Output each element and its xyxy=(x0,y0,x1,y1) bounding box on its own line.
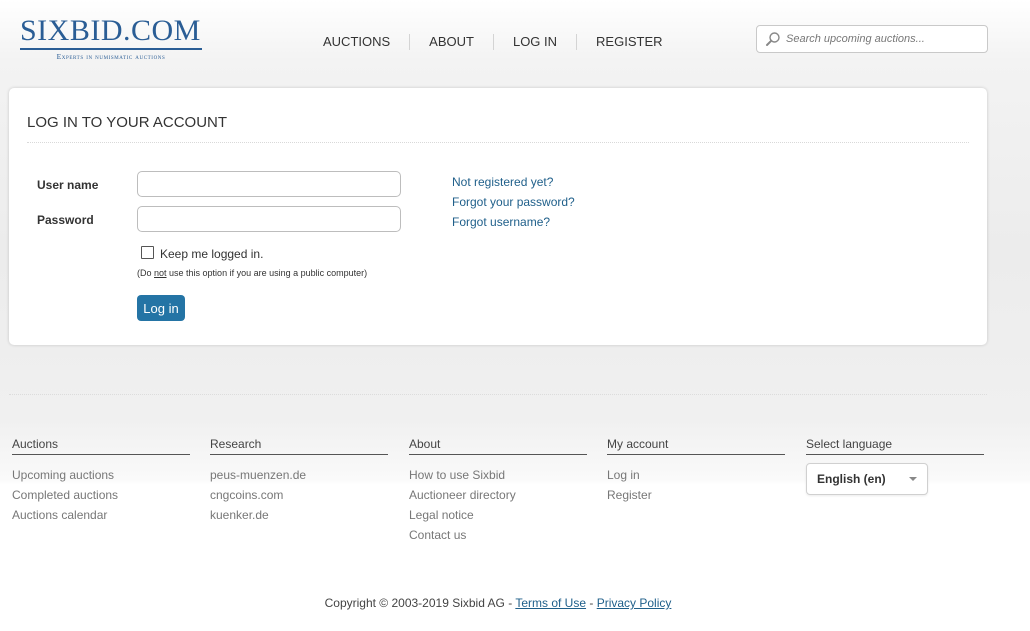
footer-link[interactable]: Completed auctions xyxy=(12,485,190,505)
copyright: Copyright © 2003-2019 Sixbid AG - Terms … xyxy=(0,596,996,610)
site-logo[interactable]: SIXBID.COM Experts in numismatic auction… xyxy=(20,16,210,61)
title-divider xyxy=(27,142,969,143)
username-field[interactable] xyxy=(137,171,401,197)
footer-col-language: Select language English (en) xyxy=(806,437,984,495)
page-title: LOG IN TO YOUR ACCOUNT xyxy=(27,114,228,131)
account-help-links: Not registered yet? Forgot your password… xyxy=(452,172,575,232)
footer-col-about: About How to use Sixbid Auctioneer direc… xyxy=(409,437,587,545)
copyright-text: Copyright © 2003-2019 Sixbid AG - xyxy=(324,596,516,610)
keep-logged-in-checkbox[interactable] xyxy=(141,246,154,259)
language-selected: English (en) xyxy=(817,472,886,486)
password-field[interactable] xyxy=(137,206,401,232)
login-panel: LOG IN TO YOUR ACCOUNT User name Passwor… xyxy=(9,88,987,345)
footer-link[interactable]: Upcoming auctions xyxy=(12,465,190,485)
footer-col-research: Research peus-muenzen.de cngcoins.com ku… xyxy=(210,437,388,525)
footer-link[interactable]: Legal notice xyxy=(409,505,587,525)
username-label: User name xyxy=(37,178,99,192)
nav-login[interactable]: LOG IN xyxy=(492,34,576,50)
search-input[interactable] xyxy=(786,33,981,45)
not-registered-link[interactable]: Not registered yet? xyxy=(452,172,575,192)
footer-heading: Auctions xyxy=(12,437,190,455)
footer-heading: My account xyxy=(607,437,785,455)
footer-col-my-account: My account Log in Register xyxy=(607,437,785,505)
footer-link[interactable]: Auctioneer directory xyxy=(409,485,587,505)
footer-divider xyxy=(9,394,987,395)
footer-heading: Research xyxy=(210,437,388,455)
chevron-down-icon xyxy=(909,477,917,481)
forgot-username-link[interactable]: Forgot username? xyxy=(452,212,575,232)
logo-rule xyxy=(20,48,202,50)
footer-col-auctions: Auctions Upcoming auctions Completed auc… xyxy=(12,437,190,525)
main-nav: AUCTIONS ABOUT LOG IN REGISTER xyxy=(304,34,682,50)
keep-logged-in-label[interactable]: Keep me logged in. xyxy=(160,247,263,261)
footer-link[interactable]: Log in xyxy=(607,465,785,485)
copyright-separator: - xyxy=(586,596,597,610)
footer-link[interactable]: Register xyxy=(607,485,785,505)
footer-link[interactable]: Contact us xyxy=(409,525,587,545)
footer-link[interactable]: peus-muenzen.de xyxy=(210,465,388,485)
nav-about[interactable]: ABOUT xyxy=(409,34,493,50)
logo-tagline: Experts in numismatic auctions xyxy=(56,52,166,61)
privacy-link[interactable]: Privacy Policy xyxy=(597,596,672,610)
logo-text: SIXBID.COM xyxy=(20,14,201,47)
forgot-password-link[interactable]: Forgot your password? xyxy=(452,192,575,212)
nav-auctions[interactable]: AUCTIONS xyxy=(304,34,409,50)
language-select[interactable]: English (en) xyxy=(806,463,928,495)
footer-link[interactable]: How to use Sixbid xyxy=(409,465,587,485)
nav-register[interactable]: REGISTER xyxy=(576,34,681,50)
public-computer-note: (Do not use this option if you are using… xyxy=(137,268,368,278)
footer-heading: Select language xyxy=(806,437,984,455)
search-box xyxy=(756,25,988,53)
login-button[interactable]: Log in xyxy=(137,295,185,321)
search-icon[interactable] xyxy=(762,28,784,50)
footer-link[interactable]: Auctions calendar xyxy=(12,505,190,525)
password-label: Password xyxy=(37,213,94,227)
footer-link[interactable]: kuenker.de xyxy=(210,505,388,525)
footer-heading: About xyxy=(409,437,587,455)
footer-link[interactable]: cngcoins.com xyxy=(210,485,388,505)
terms-link[interactable]: Terms of Use xyxy=(515,596,586,610)
